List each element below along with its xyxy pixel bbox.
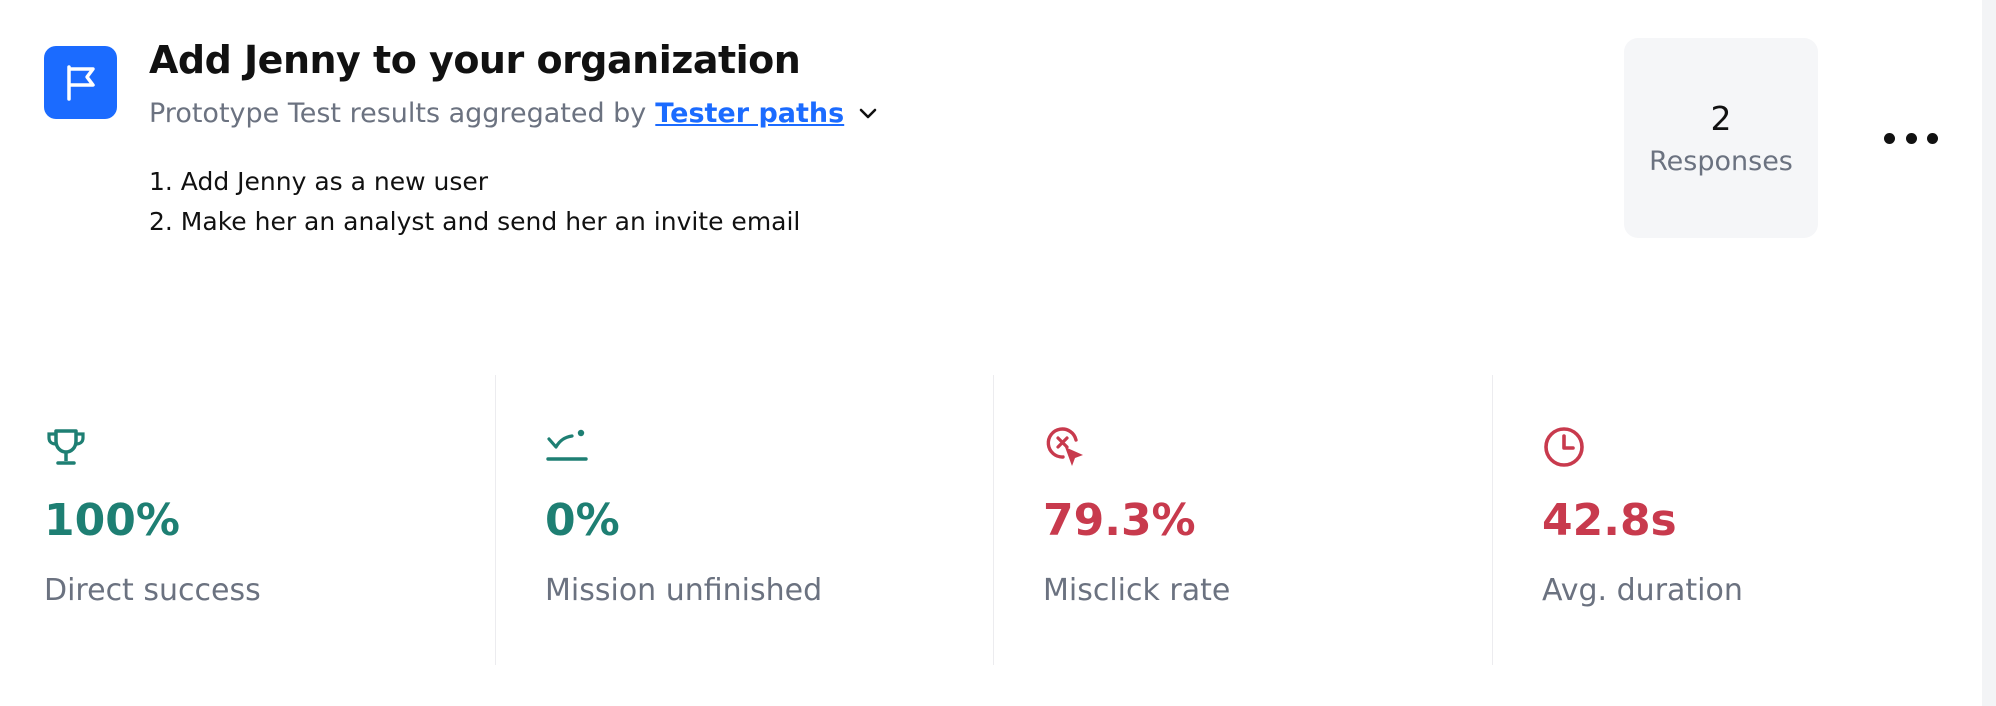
task-list: 1. Add Jenny as a new user 2. Make her a… bbox=[149, 162, 800, 242]
responses-label: Responses bbox=[1649, 146, 1793, 177]
page-title: Add Jenny to your organization bbox=[149, 38, 801, 82]
flag-icon bbox=[44, 46, 117, 119]
task-item: 1. Add Jenny as a new user bbox=[149, 167, 489, 196]
stats-row: 100% Direct success 0% Mission unfinishe… bbox=[0, 375, 1982, 665]
aggregation-link[interactable]: Tester paths bbox=[655, 98, 844, 129]
more-options-button[interactable] bbox=[1884, 124, 1938, 152]
divider bbox=[1492, 375, 1493, 665]
results-subtitle: Prototype Test results aggregated by Tes… bbox=[149, 98, 878, 129]
mission-unfinished-icon bbox=[545, 425, 589, 469]
stat-value: 79.3% bbox=[1043, 495, 1196, 546]
stat-label: Mission unfinished bbox=[545, 573, 823, 608]
stat-value: 0% bbox=[545, 495, 620, 546]
stat-label: Avg. duration bbox=[1542, 573, 1743, 608]
chevron-down-icon[interactable] bbox=[858, 107, 878, 121]
divider bbox=[495, 375, 496, 665]
task-item: 2. Make her an analyst and send her an i… bbox=[149, 207, 801, 236]
more-horizontal-icon bbox=[1884, 132, 1895, 144]
stat-label: Misclick rate bbox=[1043, 573, 1231, 608]
divider bbox=[993, 375, 994, 665]
clock-icon bbox=[1542, 425, 1586, 469]
responses-card: 2 Responses bbox=[1624, 38, 1818, 238]
stat-value: 42.8s bbox=[1542, 495, 1677, 546]
stat-value: 100% bbox=[44, 495, 180, 546]
trophy-icon bbox=[44, 425, 88, 469]
stat-label: Direct success bbox=[44, 573, 261, 608]
more-dot bbox=[1905, 132, 1917, 144]
more-dot bbox=[1927, 132, 1938, 144]
scroll-gutter bbox=[1982, 0, 1996, 706]
subtitle-text: Prototype Test results aggregated by bbox=[149, 98, 647, 129]
responses-count: 2 bbox=[1710, 99, 1732, 138]
misclick-icon bbox=[1043, 425, 1087, 469]
